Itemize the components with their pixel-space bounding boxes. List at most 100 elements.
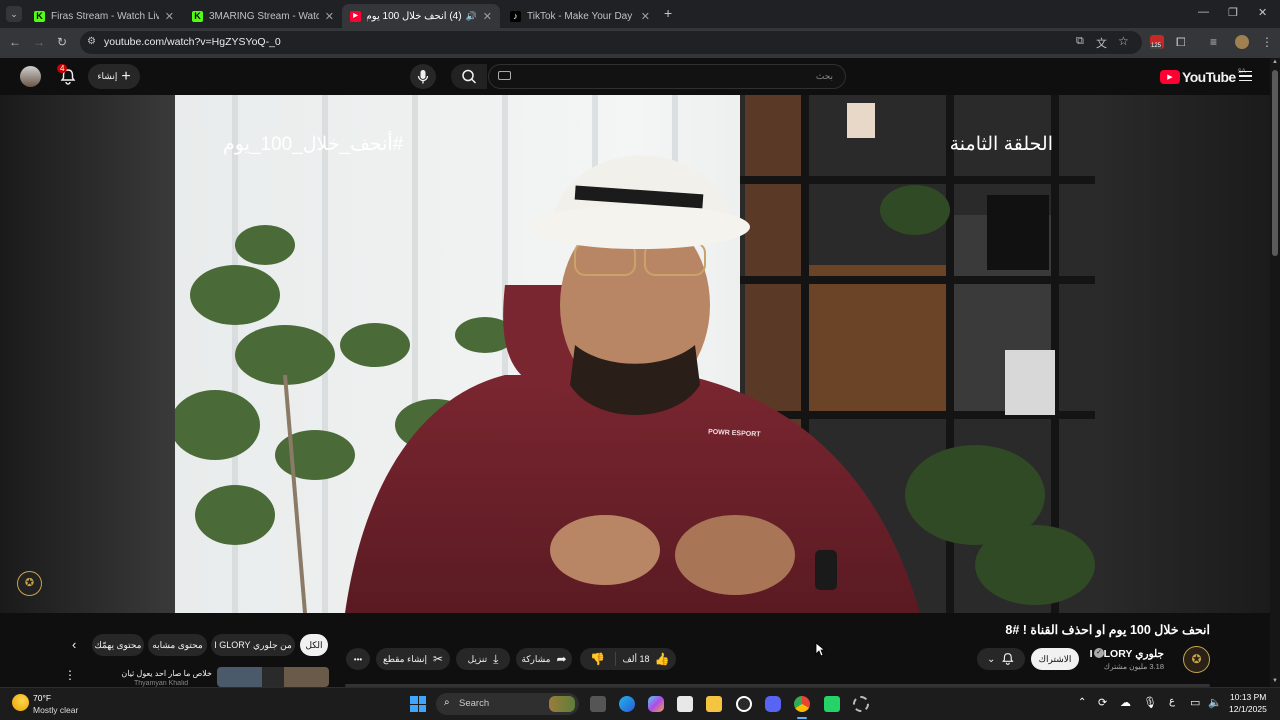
tab-title: TikTok - Make Your Day <box>527 10 633 22</box>
browser-tab[interactable]: ♪ TikTok - Make Your Day ✕ <box>502 4 658 28</box>
close-tab-icon[interactable]: ✕ <box>325 10 334 23</box>
edge-icon[interactable] <box>619 696 635 712</box>
close-tab-icon[interactable]: ✕ <box>641 10 650 23</box>
youtube-logo-text: YouTube <box>1182 69 1236 85</box>
microsoft-store-icon[interactable] <box>677 696 693 712</box>
cinematic-glow <box>0 95 175 613</box>
restore-icon[interactable]: ❐ <box>1228 6 1238 19</box>
chip-all[interactable]: الكل <box>300 634 328 656</box>
browser-menu-icon[interactable]: ⋮ <box>1261 35 1273 49</box>
search-placeholder: بحث <box>815 71 833 81</box>
avatar[interactable] <box>20 66 41 87</box>
onedrive-cloud-icon[interactable]: ☁ <box>1120 696 1131 709</box>
clock-date[interactable]: 12/1/2025 <box>1229 704 1267 714</box>
microphone-icon <box>417 70 429 84</box>
subscribe-label: الاشتراك <box>1038 653 1072 664</box>
xbox-icon[interactable] <box>736 696 752 712</box>
video-title: انحف خلال 100 يوم او احذف القناة ! #8 <box>1005 623 1210 637</box>
forward-icon[interactable]: → <box>33 35 45 49</box>
browser-tab-active[interactable]: ▶ (4) انحف خلال 100 يوم او اح 🔊 ✕ <box>342 4 500 28</box>
file-explorer-icon[interactable] <box>706 696 722 712</box>
browser-tab[interactable]: K 3MARING Stream - Watch Live ✕ <box>184 4 342 28</box>
voice-search-button[interactable] <box>410 64 436 89</box>
address-bar[interactable]: ⚙ youtube.com/watch?v=HgZYSYoQ-_0 ⧉ 文 ☆ <box>80 31 1142 54</box>
network-icon[interactable]: ▭ <box>1190 696 1200 709</box>
speaker-icon[interactable]: 🔊 <box>466 11 477 22</box>
cast-icon[interactable]: ⧉ <box>1076 35 1084 48</box>
app-icon[interactable] <box>853 696 869 712</box>
reading-list-icon[interactable]: ≡ <box>1210 35 1217 49</box>
dislike-button[interactable]: 👎 <box>580 652 616 666</box>
close-tab-icon[interactable]: ✕ <box>165 10 174 23</box>
video-player[interactable]: #أنحف_خلال_100_يوم الحلقة الثامنة POWR E… <box>0 95 1270 613</box>
close-tab-icon[interactable]: ✕ <box>483 10 492 23</box>
reload-icon[interactable]: ↻ <box>57 35 67 49</box>
weather-moon-icon <box>12 694 29 711</box>
close-window-icon[interactable]: ✕ <box>1258 6 1267 19</box>
input-language[interactable]: ع <box>1169 696 1175 707</box>
scroll-up-icon[interactable]: ▲ <box>1272 59 1278 65</box>
chip-from-channel[interactable]: من جلوري I GLORY <box>211 634 295 656</box>
back-icon[interactable]: ← <box>9 35 21 49</box>
like-button[interactable]: 18 ألف 👍 <box>616 652 676 666</box>
recommendation-menu-icon[interactable]: ⋮ <box>64 668 76 682</box>
share-label: مشاركة <box>521 653 551 664</box>
notifications-bell-icon[interactable]: 4 <box>57 64 77 86</box>
show-hidden-icons[interactable]: ⌃ <box>1078 697 1086 708</box>
copilot-icon[interactable] <box>648 696 664 712</box>
guide-menu-icon[interactable] <box>1239 71 1252 81</box>
extension-icon[interactable]: 125 <box>1150 35 1164 49</box>
clock-time[interactable]: 10:13 PM <box>1230 692 1266 702</box>
microphone-tray-icon[interactable]: 🎙 <box>1143 696 1157 709</box>
browser-tab[interactable]: K Firas Stream - Watch Live on Ki ✕ <box>26 4 182 28</box>
whatsapp-like-icon[interactable] <box>824 696 840 712</box>
discord-icon[interactable] <box>765 696 781 712</box>
create-button[interactable]: إنشاء + <box>88 64 140 89</box>
youtube-logo[interactable]: ▶ YouTube SA <box>1160 69 1246 85</box>
browser-toolbar: ← → ↻ ⚙ youtube.com/watch?v=HgZYSYoQ-_0 … <box>0 28 1280 58</box>
kick-icon: K <box>34 10 45 22</box>
extensions-puzzle-icon[interactable]: ⧠ <box>1176 35 1186 50</box>
share-button[interactable]: مشاركة ➦ <box>516 648 572 670</box>
active-app-indicator <box>797 717 807 719</box>
scroll-down-icon[interactable]: ▼ <box>1272 678 1278 684</box>
chevron-left-icon[interactable]: ‹ <box>72 637 76 652</box>
mouse-cursor-icon <box>815 642 825 657</box>
task-view-icon[interactable] <box>590 696 606 712</box>
recommendation-thumbnail[interactable] <box>217 667 329 687</box>
page-scrollbar[interactable]: ▲ ▼ <box>1270 58 1280 687</box>
more-actions-button[interactable]: ••• <box>346 648 370 670</box>
sync-icon[interactable]: ⟳ <box>1098 696 1107 709</box>
channel-avatar[interactable]: ✪ <box>1183 646 1210 673</box>
search-button[interactable] <box>451 64 487 89</box>
weather-widget[interactable]: 70°F Mostly clear <box>10 692 100 718</box>
chevron-down-icon: ⌄ <box>987 653 996 665</box>
windows-taskbar: 70°F Mostly clear ⌕ Search ⌃ ⟳ ☁ 🎙 ع ▭ 🔈… <box>0 687 1280 720</box>
bookmark-star-icon[interactable]: ☆ <box>1118 34 1129 48</box>
chip-related[interactable]: محتوى مشابه <box>148 634 207 656</box>
minimize-icon[interactable]: — <box>1198 6 1209 18</box>
keyboard-icon[interactable] <box>498 71 511 80</box>
chip-recommended[interactable]: محتوى يهمّك <box>92 634 144 656</box>
download-button[interactable]: تنزيل ⤓ <box>456 648 510 670</box>
taskbar-search-box[interactable]: ⌕ Search <box>436 693 579 715</box>
new-tab-icon[interactable]: + <box>664 5 672 21</box>
speaker-tray-icon[interactable]: 🔈 <box>1208 696 1222 709</box>
profile-avatar[interactable] <box>1235 35 1249 49</box>
notification-bell-button[interactable]: ⌄ <box>977 648 1025 670</box>
chrome-icon[interactable] <box>794 696 810 712</box>
video-frame[interactable]: #أنحف_خلال_100_يوم الحلقة الثامنة POWR E… <box>175 95 1095 613</box>
windows-start-icon[interactable] <box>410 696 426 712</box>
search-highlight-icon <box>549 696 575 712</box>
subscribe-button[interactable]: الاشتراك <box>1031 648 1079 670</box>
video-overlay-hashtag: #أنحف_خلال_100_يوم <box>223 134 404 155</box>
channel-watermark-icon[interactable]: ✪ <box>17 571 42 596</box>
site-info-icon[interactable]: ⚙ <box>87 36 96 47</box>
recommendation-title[interactable]: خلاص ما صار احد يعول ثيان <box>121 669 212 678</box>
tab-search-icon[interactable]: ⌄ <box>6 6 22 22</box>
scrollbar-thumb[interactable] <box>1272 70 1278 256</box>
translate-icon[interactable]: 文 <box>1096 35 1107 51</box>
clip-button[interactable]: إنشاء مقطع ✂ <box>376 648 450 670</box>
subscriber-count: 3.18 مليون مشترك <box>1103 662 1164 671</box>
search-input[interactable]: بحث <box>488 64 846 89</box>
